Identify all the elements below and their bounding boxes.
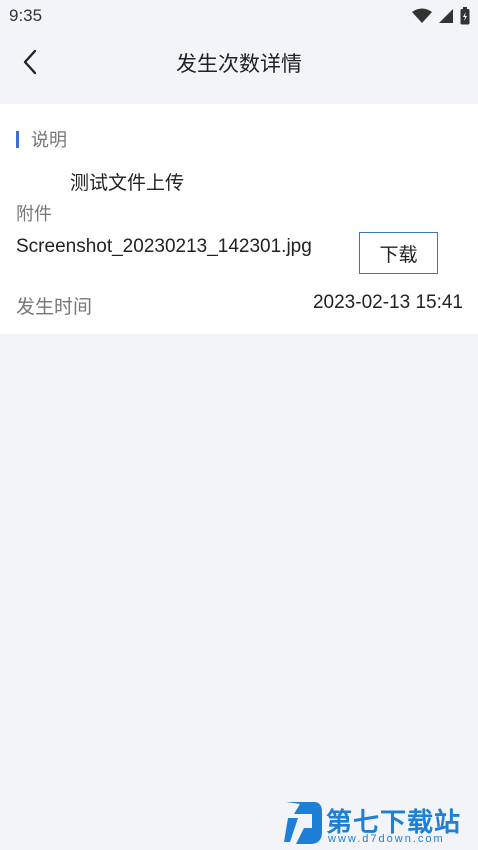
status-bar: 9:35: [0, 0, 478, 32]
description-text: 测试文件上传: [70, 172, 185, 194]
download-button[interactable]: 下载: [359, 232, 438, 274]
attachment-file-name: Screenshot_20230213_142301.jpg: [16, 236, 312, 257]
watermark-logo-icon: [284, 802, 322, 844]
occurrence-time-label: 发生时间: [16, 296, 93, 318]
detail-card: 说明 测试文件上传 附件 Screenshot_20230213_142301.…: [0, 104, 478, 334]
section-accent-bar: [16, 130, 19, 148]
signal-icon: [439, 9, 453, 23]
attachment-label: 附件: [16, 204, 52, 225]
status-icons: [412, 7, 470, 25]
section-title: 说明: [31, 130, 67, 151]
watermark-url: www.d7down.com: [328, 833, 445, 845]
wifi-icon: [412, 8, 432, 23]
nav-bar: 发生次数详情: [0, 32, 478, 92]
page-title: 发生次数详情: [176, 52, 302, 76]
battery-icon: [460, 7, 470, 25]
watermark: 第七下载站 www.d7down.com: [284, 798, 474, 850]
section-header: 说明: [16, 126, 67, 152]
status-time: 9:35: [9, 6, 43, 25]
occurrence-time-value: 2023-02-13 15:41: [312, 292, 463, 313]
